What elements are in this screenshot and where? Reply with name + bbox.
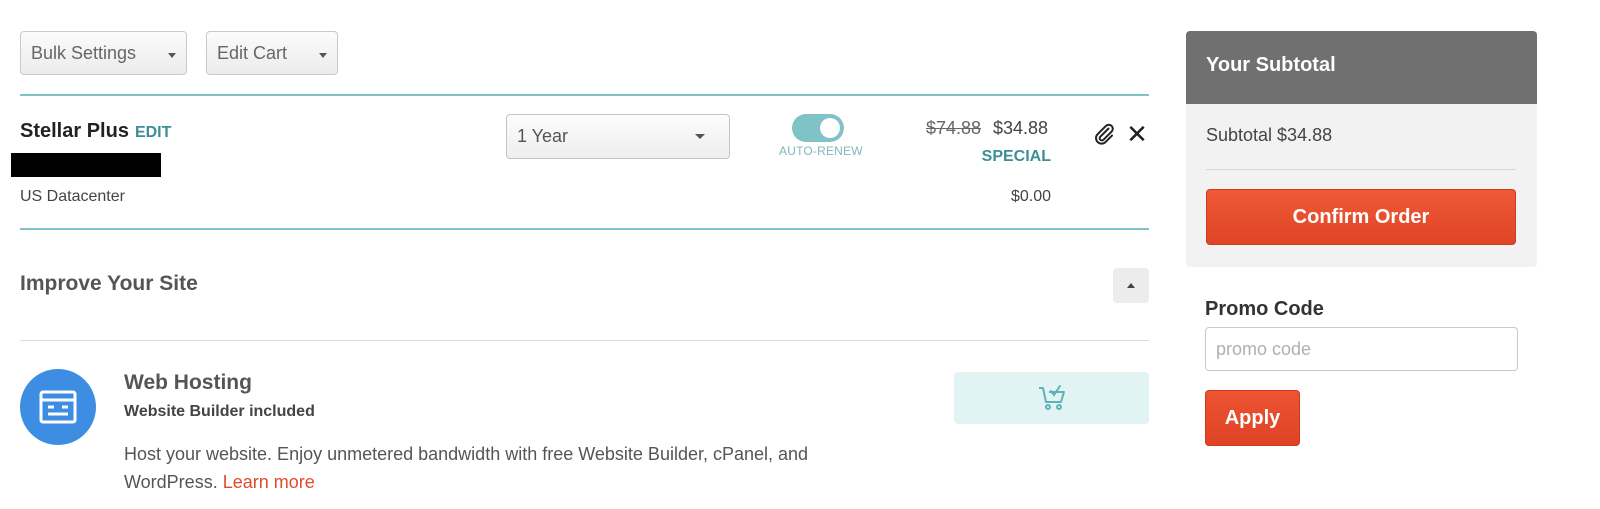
server-icon	[20, 369, 96, 445]
term-value: 1 Year	[517, 126, 569, 146]
learn-more-link[interactable]: Learn more	[223, 472, 315, 492]
term-select[interactable]: 1 Year	[506, 114, 730, 159]
edit-item-link[interactable]: EDIT	[135, 124, 171, 141]
subtotal-title: Your Subtotal	[1186, 31, 1537, 104]
product-description: Host your website. Enjoy unmetered bandw…	[124, 440, 884, 496]
auto-renew-toggle[interactable]	[792, 114, 844, 142]
datacenter-price: $0.00	[1010, 188, 1051, 205]
caret-down-icon	[168, 52, 176, 58]
apply-promo-button[interactable]: Apply	[1205, 390, 1300, 446]
cart-top-divider	[20, 94, 1149, 96]
subtotal-panel: Your Subtotal Subtotal $34.88 Confirm Or…	[1186, 31, 1537, 267]
caret-down-icon	[695, 134, 705, 139]
auto-renew-label: AUTO-RENEW	[779, 144, 863, 158]
special-badge: SPECIAL	[981, 148, 1051, 165]
cart-check-icon	[1038, 385, 1065, 410]
subtotal-amount: Subtotal $34.88	[1206, 125, 1333, 145]
sale-price: $34.88	[993, 118, 1049, 138]
collapse-button[interactable]	[1113, 268, 1149, 303]
product-subtitle: Website Builder included	[124, 403, 315, 420]
section-title: Improve Your Site	[20, 272, 198, 295]
original-price: $74.88	[926, 118, 982, 138]
add-to-cart-button[interactable]	[954, 372, 1149, 424]
bulk-settings-dropdown[interactable]: Bulk Settings	[20, 31, 187, 75]
edit-cart-dropdown[interactable]: Edit Cart	[206, 31, 338, 75]
datacenter-label: US Datacenter	[20, 188, 125, 205]
subtotal-divider	[1206, 169, 1516, 170]
caret-up-icon	[1127, 283, 1135, 288]
cart-item-title: Stellar Plus EDIT	[20, 120, 171, 143]
paperclip-icon[interactable]	[1092, 122, 1116, 146]
cart-bottom-divider	[20, 228, 1149, 230]
product-name: Stellar Plus	[20, 120, 129, 142]
promo-code-input[interactable]	[1205, 327, 1518, 371]
confirm-order-button[interactable]: Confirm Order	[1206, 189, 1516, 245]
caret-down-icon	[319, 52, 327, 58]
redacted-domain	[11, 153, 161, 177]
close-icon[interactable]: ✕	[1125, 120, 1149, 148]
toggle-knob	[820, 118, 840, 138]
product-title: Web Hosting	[124, 371, 252, 394]
bulk-settings-label: Bulk Settings	[31, 42, 137, 63]
edit-cart-label: Edit Cart	[217, 42, 288, 63]
section-divider	[20, 340, 1149, 341]
promo-code-heading: Promo Code	[1205, 298, 1324, 320]
